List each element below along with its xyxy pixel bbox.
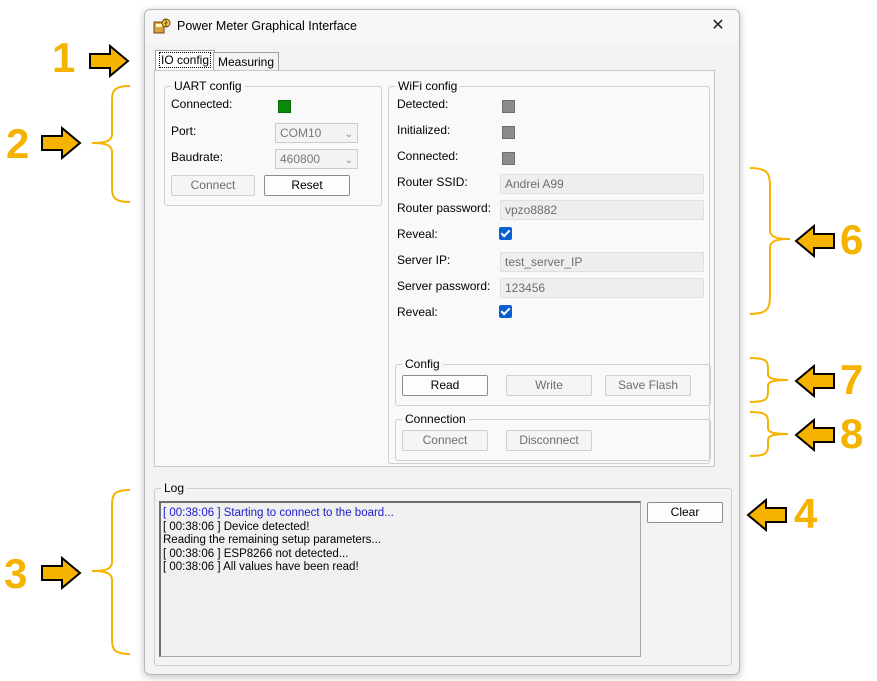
brace-icon (749, 411, 789, 457)
tab-measuring[interactable]: Measuring (213, 52, 280, 71)
app-icon (153, 18, 171, 34)
annotation-number-3: 3 (4, 550, 28, 597)
uart-connected-label: Connected: (171, 97, 233, 111)
arrow-right-icon (89, 44, 130, 78)
annotation-number-8: 8 (840, 410, 864, 457)
initialized-indicator (502, 126, 515, 139)
uart-config-group: UART config Connected: Port: COM10 ⌄ Baud… (164, 79, 382, 206)
clear-button[interactable]: Clear (647, 502, 723, 523)
initialized-label: Initialized: (397, 123, 451, 137)
reveal-label: Reveal: (397, 227, 438, 241)
uart-connect-button[interactable]: Connect (171, 175, 255, 196)
log-line: [ 00:38:06 ] All values have been read! (163, 561, 359, 573)
port-select[interactable]: COM10 ⌄ (275, 123, 358, 143)
log-line: Reading the remaining setup parameters..… (163, 534, 381, 546)
tab-label: IO config (158, 52, 212, 68)
arrow-left-icon (746, 498, 787, 532)
arrow-left-icon (794, 224, 835, 258)
title-bar: Power Meter Graphical Interface ✕ (145, 10, 739, 42)
read-button[interactable]: Read (402, 375, 488, 396)
brace-icon (749, 357, 789, 403)
arrow-right-icon (41, 126, 82, 160)
arrow-right-icon (41, 556, 82, 590)
group-title: Log (161, 481, 188, 495)
router-ssid-label: Router SSID: (397, 175, 468, 189)
server-ip-field[interactable]: test_server_IP (500, 252, 704, 272)
server-password-label: Server password: (397, 279, 491, 293)
annotation-number-1: 1 (52, 34, 76, 81)
reveal-label: Reveal: (397, 305, 438, 319)
reveal-server-checkbox[interactable] (499, 305, 512, 318)
config-group: Config Read Write Save Flash (395, 357, 711, 406)
tab-pane-io-config: UART config Connected: Port: COM10 ⌄ Baud… (154, 70, 715, 467)
reset-button[interactable]: Reset (264, 175, 350, 196)
log-line: [ 00:38:06 ] Starting to connect to the … (163, 507, 394, 519)
tab-label: Measuring (218, 55, 275, 69)
wifi-connect-button[interactable]: Connect (402, 430, 488, 451)
arrow-left-icon (794, 418, 835, 452)
log-line: [ 00:38:06 ] ESP8266 not detected... (163, 547, 349, 560)
annotation-number-2: 2 (6, 120, 30, 167)
group-title: Config (402, 357, 443, 371)
detected-indicator (502, 100, 515, 113)
log-group: Log [ 00:38:06 ] Starting to connect to … (154, 481, 732, 666)
server-ip-label: Server IP: (397, 253, 451, 267)
chevron-down-icon: ⌄ (344, 155, 353, 166)
close-icon[interactable]: ✕ (703, 14, 733, 38)
disconnect-button[interactable]: Disconnect (506, 430, 592, 451)
wifi-config-group: WiFi config Detected: Initialized: Conne… (388, 79, 711, 464)
group-title: Connection (402, 412, 469, 426)
baudrate-select[interactable]: 460800 ⌄ (275, 149, 358, 169)
connection-group: Connection Connect Disconnect (395, 412, 711, 461)
annotation-number-6: 6 (840, 216, 864, 263)
arrow-left-icon (794, 364, 835, 398)
brace-icon (91, 85, 131, 203)
annotation-number-7: 7 (840, 356, 864, 403)
tab-io-config[interactable]: IO config (155, 50, 216, 71)
uart-connected-indicator (278, 100, 291, 113)
chevron-down-icon: ⌄ (344, 129, 353, 140)
group-title: UART config (171, 79, 245, 93)
brace-icon (749, 167, 791, 315)
detected-label: Detected: (397, 97, 449, 111)
log-line: [ 00:38:06 ] Device detected! (163, 520, 310, 533)
window-title: Power Meter Graphical Interface (177, 19, 357, 33)
reveal-router-checkbox[interactable] (499, 227, 512, 240)
write-button[interactable]: Write (506, 375, 592, 396)
port-label: Port: (171, 124, 197, 138)
router-ssid-field[interactable]: Andrei A99 (500, 174, 704, 194)
port-value: COM10 (280, 126, 322, 140)
router-password-label: Router password: (397, 201, 492, 215)
save-flash-button[interactable]: Save Flash (605, 375, 691, 396)
log-output[interactable]: [ 00:38:06 ] Starting to connect to the … (159, 501, 641, 657)
wifi-connected-label: Connected: (397, 149, 459, 163)
app-window: Power Meter Graphical Interface ✕ IO con… (144, 9, 740, 675)
server-password-field[interactable]: 123456 (500, 278, 704, 298)
baudrate-value: 460800 (280, 152, 321, 166)
router-password-field[interactable]: vpzo8882 (500, 200, 704, 220)
group-title: WiFi config (395, 79, 461, 93)
annotation-number-4: 4 (794, 490, 818, 537)
brace-icon (91, 489, 131, 655)
wifi-connected-indicator (502, 152, 515, 165)
baudrate-label: Baudrate: (171, 150, 224, 164)
